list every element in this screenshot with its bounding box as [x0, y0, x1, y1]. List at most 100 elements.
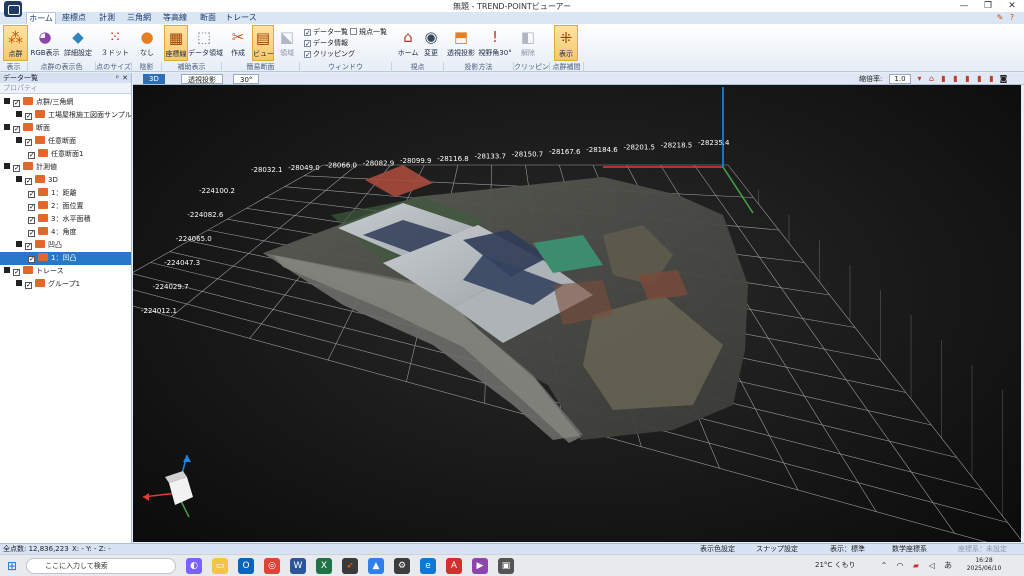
tree-item[interactable]: ✓ トレース: [0, 265, 131, 278]
data-info-check[interactable]: ✓ データ情報: [304, 38, 348, 48]
complement-display-button[interactable]: ⁜ 表示: [554, 25, 578, 61]
visibility-checkbox[interactable]: ✓: [25, 282, 32, 289]
excel-icon[interactable]: X: [316, 558, 332, 574]
restore-button[interactable]: ❐: [976, 0, 1000, 12]
tab-tin[interactable]: 三角網: [124, 12, 154, 24]
trend-point-taskbar-icon[interactable]: ▣: [498, 558, 514, 574]
visibility-checkbox[interactable]: ✓: [25, 113, 32, 120]
expand-icon[interactable]: [4, 98, 10, 104]
help-icon[interactable]: ?: [1008, 14, 1016, 22]
tree-item[interactable]: ✓ 3D: [0, 174, 131, 187]
expand-icon[interactable]: [16, 241, 22, 247]
style-icon[interactable]: ✎: [996, 14, 1004, 22]
perspective-button[interactable]: ⬒ 透視投影: [446, 25, 476, 61]
expand-icon[interactable]: [4, 163, 10, 169]
home-view-icon[interactable]: ⌂: [927, 74, 936, 84]
tree-item[interactable]: ✓ 断面: [0, 122, 131, 135]
display-mode-button[interactable]: 表示：標準: [830, 544, 865, 554]
properties-button[interactable]: プロパティ: [3, 84, 38, 92]
visibility-checkbox[interactable]: ✓: [25, 139, 32, 146]
tab-contour[interactable]: 等高線: [160, 12, 190, 24]
change-view-button[interactable]: ◉ 変更: [420, 25, 442, 61]
zoom-input[interactable]: 1.0: [889, 74, 911, 84]
tray-app-icon[interactable]: ▰: [908, 558, 924, 574]
tree-item[interactable]: ✓ 任意断面: [0, 135, 131, 148]
dot-size-button[interactable]: ⁙ ３ドット: [100, 25, 130, 61]
point-list-check[interactable]: 規点一覧: [350, 27, 387, 37]
pin-icon[interactable]: ᵖ: [116, 73, 119, 83]
expand-icon[interactable]: [16, 111, 22, 117]
view-top-icon[interactable]: ▮: [963, 74, 972, 84]
tab-trace[interactable]: トレース: [224, 12, 258, 24]
tree-item[interactable]: ✓ 任意断面1: [0, 148, 131, 161]
tree-item[interactable]: ✓ 点群/三角網: [0, 96, 131, 109]
tree-item[interactable]: ✓ 凹凸: [0, 239, 131, 252]
camera-icon[interactable]: ◙: [999, 74, 1008, 84]
clipping-release-button[interactable]: ◧ 解除: [516, 25, 540, 61]
data-list-check[interactable]: ✓ データ一覧: [304, 27, 348, 37]
tray-ime-icon[interactable]: あ: [940, 558, 956, 574]
snap-settings-button[interactable]: スナップ設定: [756, 544, 798, 554]
section-area-button[interactable]: ⬕ 領域: [276, 25, 298, 61]
edge-icon[interactable]: e: [420, 558, 436, 574]
color-settings-button[interactable]: 表示色設定: [700, 544, 735, 554]
tray-wifi-icon[interactable]: ◠: [892, 558, 908, 574]
outlook-icon[interactable]: O: [238, 558, 254, 574]
file-explorer-icon[interactable]: ▭: [212, 558, 228, 574]
tree-item[interactable]: ✓ グループ1: [0, 278, 131, 291]
orientation-gizmo[interactable]: [142, 454, 193, 518]
clock[interactable]: 16:28 2025/06/10: [964, 557, 1004, 573]
view-side-icon[interactable]: ▮: [951, 74, 960, 84]
minimize-button[interactable]: —: [952, 0, 976, 12]
tree-item[interactable]: ✓ 1：距離: [0, 187, 131, 200]
tray-network-icon[interactable]: ⌃: [876, 558, 892, 574]
tab-home[interactable]: ホーム: [26, 12, 56, 24]
visibility-checkbox[interactable]: ✓: [28, 217, 35, 224]
clipping-check[interactable]: ✓ クリッピング: [304, 49, 355, 59]
3d-viewport[interactable]: -28032.1 -28049.0 -28066.0 -28082.9 -28099.9…: [133, 85, 1021, 542]
taskbar-search-input[interactable]: ここに入力して検索: [26, 558, 176, 574]
tab-3d[interactable]: 3D: [143, 74, 165, 84]
perspective-toggle[interactable]: 透視投影: [181, 74, 223, 84]
panel-close-icon[interactable]: ✕: [122, 73, 128, 83]
tray-volume-icon[interactable]: ◁: [924, 558, 940, 574]
tree-item[interactable]: ✓ 工場屋根施工図面サンプル: [0, 109, 132, 122]
visibility-checkbox[interactable]: ✓: [13, 100, 20, 107]
word-icon[interactable]: W: [290, 558, 306, 574]
view-front-icon[interactable]: ▮: [939, 74, 948, 84]
tree-item[interactable]: ✓ 2：面位置: [0, 200, 131, 213]
detail-settings-button[interactable]: ◆ 詳細設定: [62, 25, 94, 61]
visibility-checkbox[interactable]: ✓: [28, 230, 35, 237]
tab-section[interactable]: 断面: [196, 12, 220, 24]
home-view-button[interactable]: ⌂ ホーム: [396, 25, 420, 61]
visibility-checkbox[interactable]: ✓: [28, 204, 35, 211]
visibility-checkbox[interactable]: ✓: [28, 152, 35, 159]
expand-icon[interactable]: [4, 267, 10, 273]
tree-item[interactable]: ✓ 計測値: [0, 161, 131, 174]
visibility-checkbox[interactable]: ✓: [25, 178, 32, 185]
visibility-checkbox[interactable]: ✓: [28, 256, 35, 263]
expand-icon[interactable]: [16, 176, 22, 182]
tab-coord-points[interactable]: 座標点: [60, 12, 88, 24]
point-cloud-button[interactable]: ⁂ 点群: [3, 25, 28, 61]
view-bottom-icon[interactable]: ▮: [987, 74, 996, 84]
tree-item[interactable]: ✓ 3：水平面積: [0, 213, 131, 226]
weather-widget[interactable]: 21°C くもり: [815, 560, 856, 570]
shading-none-button[interactable]: ● なし: [134, 25, 160, 61]
angle-toggle[interactable]: 30°: [233, 74, 260, 84]
close-button[interactable]: ✕: [1000, 0, 1024, 12]
app-logo-icon[interactable]: [4, 1, 22, 17]
fov-button[interactable]: ! 視野角30°: [478, 25, 512, 61]
settings-icon[interactable]: ⚙: [394, 558, 410, 574]
acrobat-icon[interactable]: A: [446, 558, 462, 574]
math-coords-toggle[interactable]: 数学座標系: [892, 544, 927, 554]
copilot-icon[interactable]: ◐: [186, 558, 202, 574]
tab-measure[interactable]: 計測: [94, 12, 120, 24]
visibility-checkbox[interactable]: ✓: [28, 191, 35, 198]
expand-icon[interactable]: [4, 124, 10, 130]
expand-icon[interactable]: [16, 280, 22, 286]
point-cloud-scene[interactable]: -28032.1 -28049.0 -28066.0 -28082.9 -28099.9…: [133, 85, 1021, 542]
section-view-button[interactable]: ▤ ビュー: [252, 25, 274, 61]
visibility-checkbox[interactable]: ✓: [13, 269, 20, 276]
visibility-checkbox[interactable]: ✓: [13, 126, 20, 133]
